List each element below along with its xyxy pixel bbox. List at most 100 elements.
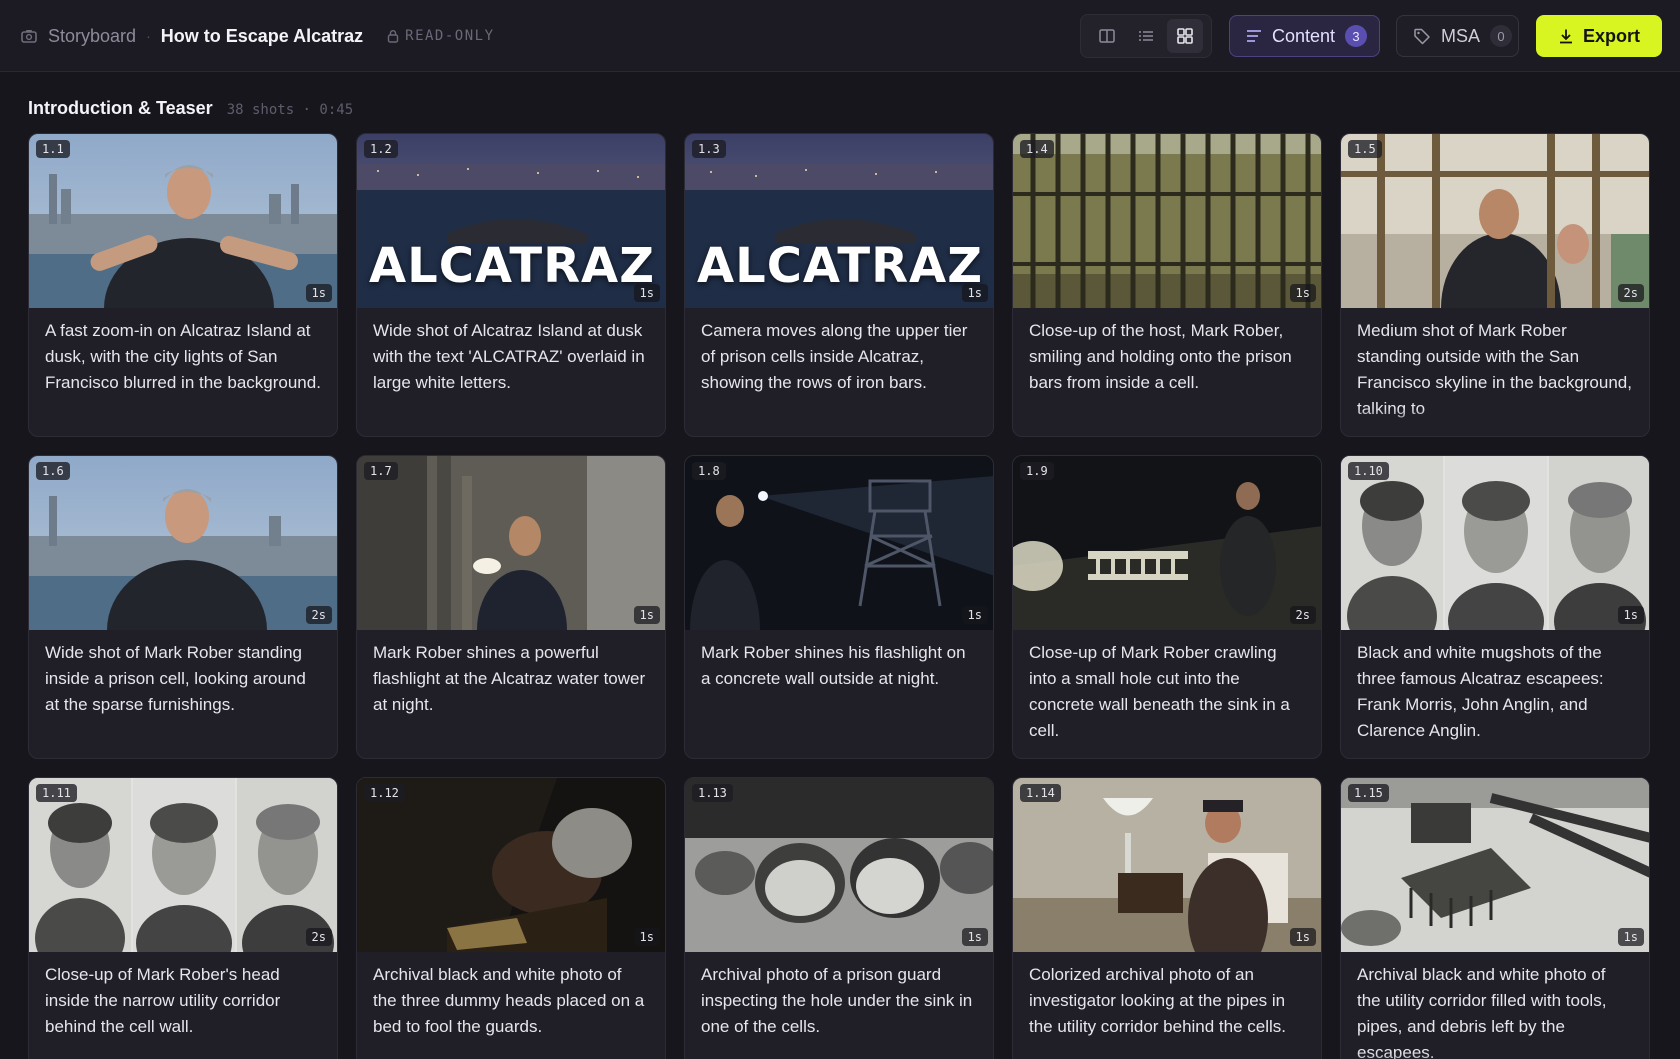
- shot-thumbnail: 1.8 1s: [685, 456, 993, 630]
- shot-number: 1.8: [692, 462, 726, 480]
- shot-number: 1.14: [1020, 784, 1061, 802]
- shot-duration: 1s: [961, 284, 988, 302]
- shot-card[interactable]: 1.9 2s Close-up of Mark Rober crawling i…: [1012, 455, 1322, 759]
- readonly-label: READ-ONLY: [405, 28, 495, 44]
- shot-card[interactable]: 1.5 2s Medium shot of Mark Rober standin…: [1340, 133, 1650, 437]
- shot-description: Archival black and white photo of the ut…: [1341, 952, 1649, 1059]
- shot-thumbnail: 1.11 2s: [29, 778, 337, 952]
- shot-card[interactable]: 1.14 1s Colorized archival photo of an i…: [1012, 777, 1322, 1059]
- shot-thumbnail: 1.10 1s: [1341, 456, 1649, 630]
- breadcrumb-separator: ·: [146, 28, 151, 44]
- shot-thumbnail: 1.9 2s: [1013, 456, 1321, 630]
- section-header: Introduction & Teaser 38 shots · 0:45: [28, 98, 353, 119]
- shot-number: 1.2: [364, 140, 398, 158]
- shot-number: 1.1: [36, 140, 70, 158]
- grid-icon: [1177, 28, 1194, 44]
- shot-card[interactable]: ALCATRAZ 1.2 1s Wide shot of Alcatraz Is…: [356, 133, 666, 437]
- breadcrumb-storyboard-link[interactable]: Storyboard: [48, 26, 136, 47]
- list-icon: [1138, 31, 1153, 41]
- shot-description: Medium shot of Mark Rober standing outsi…: [1341, 308, 1649, 436]
- content-button[interactable]: Content 3: [1229, 15, 1380, 57]
- shot-number: 1.9: [1020, 462, 1054, 480]
- title-overlay: ALCATRAZ: [368, 238, 656, 294]
- lock-icon: [387, 30, 399, 43]
- msa-count-badge: 0: [1490, 25, 1513, 47]
- shot-thumbnail: ALCATRAZ 1.2 1s: [357, 134, 665, 308]
- shot-description: Colorized archival photo of an investiga…: [1029, 965, 1287, 1036]
- shot-number: 1.11: [36, 784, 77, 802]
- shot-duration: 2s: [305, 928, 332, 946]
- shot-description: Mark Rober shines his flashlight on a co…: [685, 630, 993, 758]
- shot-thumbnail: 1.13 1s: [685, 778, 993, 952]
- shot-duration: 1s: [633, 606, 660, 624]
- columns-icon: [1098, 29, 1115, 43]
- shot-description: Mark Rober shines a powerful flashlight …: [373, 643, 646, 714]
- shot-description: Wide shot of Alcatraz Island at dusk wit…: [373, 321, 645, 392]
- shot-number: 1.12: [364, 784, 405, 802]
- shot-description: Camera moves along the upper tier of pri…: [685, 308, 993, 436]
- shot-thumbnail: 1.6 2s: [29, 456, 337, 630]
- shot-thumbnail: ALCATRAZ 1.3 1s: [685, 134, 993, 308]
- shot-thumbnail: 1.1 1s: [29, 134, 337, 308]
- shot-thumbnail: 1.4 1s: [1013, 134, 1321, 308]
- section-title: Introduction & Teaser: [28, 98, 213, 118]
- split-view-button[interactable]: [1089, 19, 1125, 53]
- breadcrumb: Storyboard · How to Escape Alcatraz READ…: [20, 0, 495, 72]
- shot-card[interactable]: ALCATRAZ 1.3 1s Camera moves along the u…: [684, 133, 994, 437]
- project-title: How to Escape Alcatraz: [160, 25, 364, 46]
- shot-number: 1.13: [692, 784, 733, 802]
- shot-card[interactable]: 1.8 1s Mark Rober shines his flashlight …: [684, 455, 994, 759]
- shot-card[interactable]: 1.4 1s Close-up of the host, Mark Rober,…: [1012, 133, 1322, 437]
- shot-thumbnail: 1.5 2s: [1341, 134, 1649, 308]
- shot-description: Close-up of the host, Mark Rober, smilin…: [1029, 321, 1292, 392]
- shot-grid: 1.1 1s A fast zoom-in on Alcatraz Island…: [28, 133, 1651, 1059]
- msa-label: MSA: [1441, 25, 1481, 46]
- shot-number: 1.6: [36, 462, 70, 480]
- shot-number: 1.5: [1348, 140, 1382, 158]
- shot-duration: 1s: [1617, 606, 1644, 624]
- shot-duration: 1s: [305, 284, 332, 302]
- storyboard-icon: [21, 30, 37, 43]
- shot-duration: 2s: [1617, 284, 1644, 302]
- content-count-badge: 3: [1345, 25, 1368, 47]
- shot-thumbnail: 1.12 1s: [357, 778, 665, 952]
- shot-number: 1.3: [692, 140, 726, 158]
- content-label: Content: [1272, 25, 1336, 46]
- shot-card[interactable]: 1.7 1s Mark Rober shines a powerful flas…: [356, 455, 666, 759]
- shot-description: Black and white mugshots of the three fa…: [1357, 643, 1604, 740]
- shot-card[interactable]: 1.15 1s Archival black and white photo o…: [1340, 777, 1650, 1059]
- shot-description: Archival black and white photo of the th…: [373, 965, 645, 1036]
- shot-card[interactable]: 1.12 1s Archival black and white photo o…: [356, 777, 666, 1059]
- shot-description: Archival photo of a prison guard inspect…: [701, 965, 973, 1036]
- shot-card[interactable]: 1.1 1s A fast zoom-in on Alcatraz Island…: [28, 133, 338, 437]
- shot-thumbnail: 1.15 1s: [1341, 778, 1649, 952]
- download-icon: [1559, 29, 1572, 44]
- shot-number: 1.4: [1020, 140, 1054, 158]
- shot-number: 1.10: [1348, 462, 1389, 480]
- shot-number: 1.7: [364, 462, 398, 480]
- list-view-button[interactable]: [1128, 19, 1164, 53]
- shot-duration: 1s: [633, 284, 660, 302]
- msa-button[interactable]: MSA 0: [1396, 15, 1519, 57]
- shot-duration: 1s: [633, 928, 660, 946]
- shot-duration: 2s: [1289, 606, 1316, 624]
- shot-card[interactable]: 1.6 2s Wide shot of Mark Rober standing …: [28, 455, 338, 759]
- shot-duration: 2s: [305, 606, 332, 624]
- shot-description: Wide shot of Mark Rober standing inside …: [45, 643, 306, 714]
- shot-card[interactable]: 1.10 1s Black and white mugshots of the …: [1340, 455, 1650, 759]
- export-button[interactable]: Export: [1536, 15, 1662, 57]
- shot-card[interactable]: 1.13 1s Archival photo of a prison guard…: [684, 777, 994, 1059]
- shot-duration: 1s: [1289, 928, 1316, 946]
- shot-duration: 1s: [1617, 928, 1644, 946]
- content-lines-icon: [1247, 30, 1261, 42]
- tag-icon: [1414, 28, 1430, 45]
- grid-view-button[interactable]: [1167, 19, 1204, 53]
- shot-number: 1.15: [1348, 784, 1389, 802]
- shot-thumbnail: 1.14 1s: [1013, 778, 1321, 952]
- shot-card[interactable]: 1.11 2s Close-up of Mark Rober's head in…: [28, 777, 338, 1059]
- shot-description: Close-up of Mark Rober crawling into a s…: [1029, 643, 1290, 740]
- view-mode-toggle: [1080, 14, 1212, 58]
- shot-thumbnail: 1.7 1s: [357, 456, 665, 630]
- section-meta: 38 shots · 0:45: [226, 102, 354, 118]
- shot-description: A fast zoom-in on Alcatraz Island at dus…: [45, 321, 321, 392]
